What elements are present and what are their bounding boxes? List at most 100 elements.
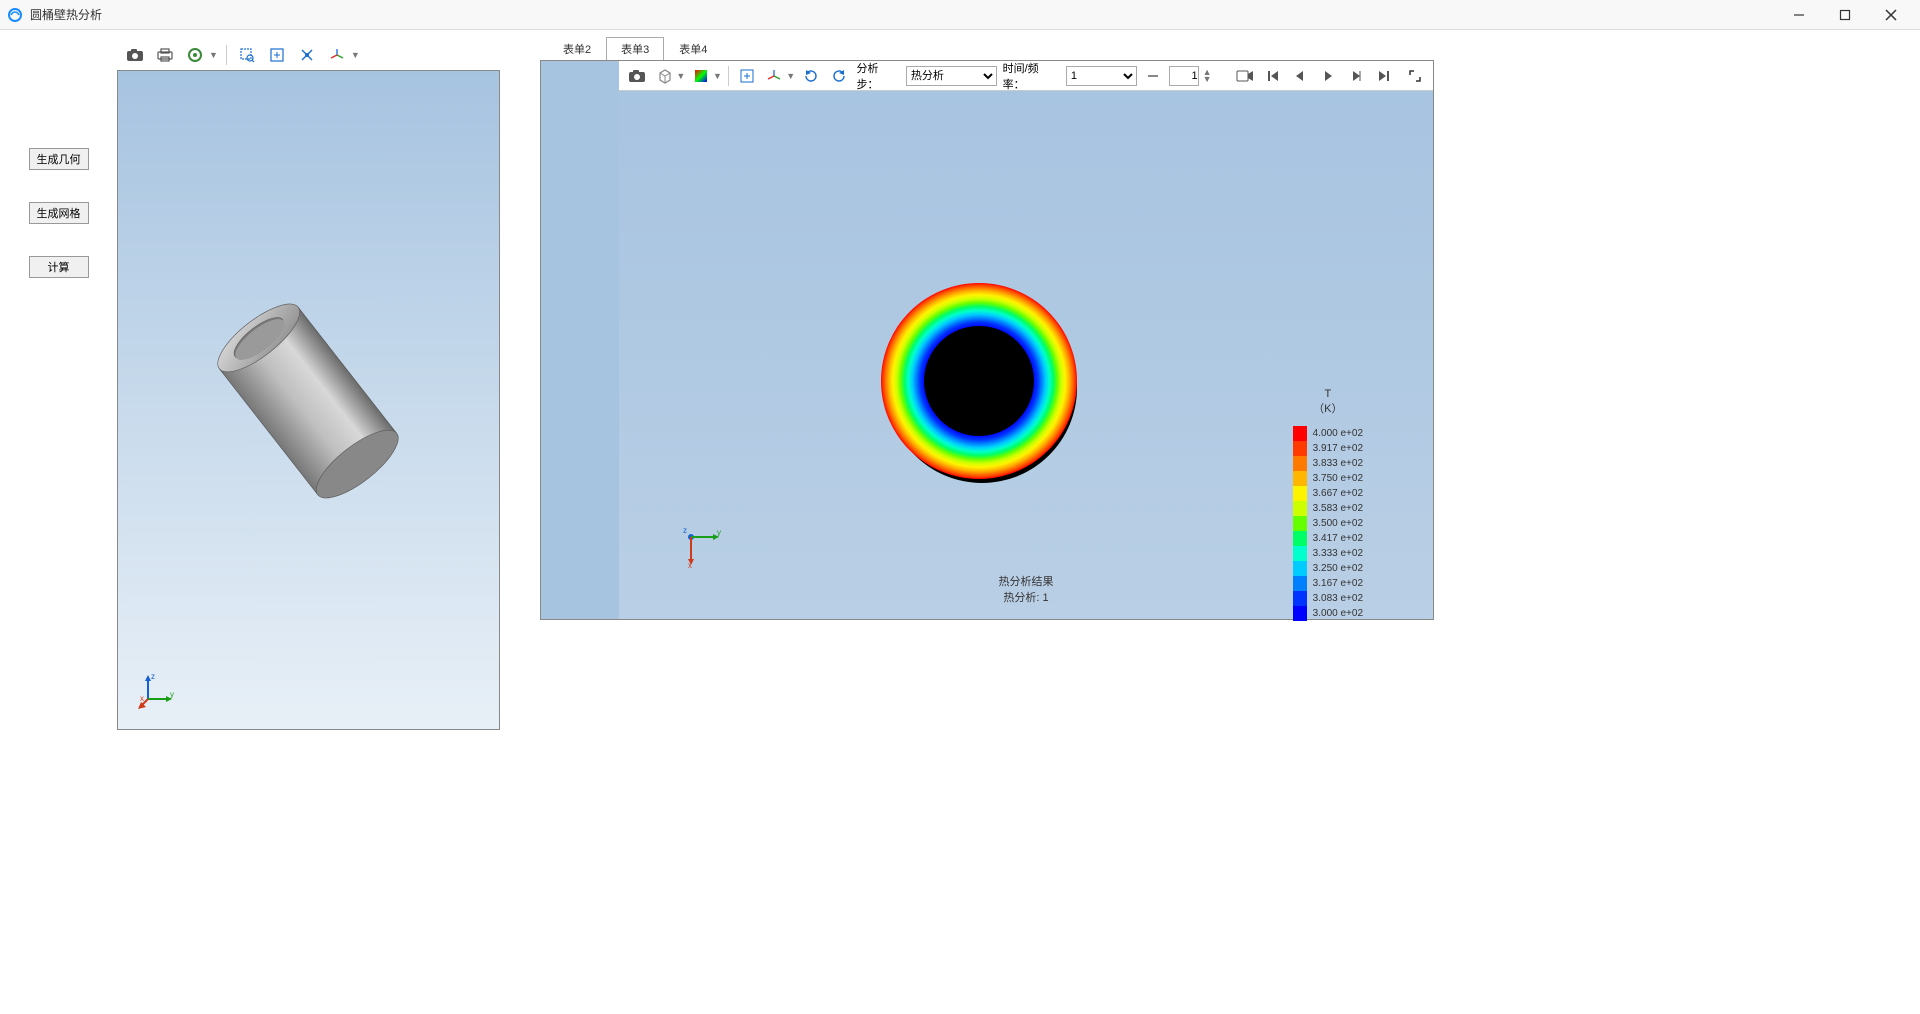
print-icon[interactable] (153, 43, 177, 67)
legend-row: 3.167 e+02 (1293, 576, 1363, 591)
tab-bar: 表单2 表单3 表单4 (548, 36, 722, 60)
rotate-ccw-icon[interactable] (827, 64, 851, 88)
step-label: 分析步： (856, 60, 899, 92)
legend-row: 3.083 e+02 (1293, 591, 1363, 606)
toolbar-separator (728, 66, 729, 86)
legend-value: 3.500 e+02 (1313, 518, 1363, 529)
result-contour (879, 281, 1079, 481)
close-button[interactable] (1868, 0, 1914, 30)
dropdown-caret-icon[interactable]: ▼ (209, 50, 218, 60)
legend-value: 3.750 e+02 (1313, 473, 1363, 484)
legend-swatch (1293, 426, 1307, 441)
tab-form4[interactable]: 表单4 (664, 37, 722, 60)
legend-value: 3.833 e+02 (1313, 458, 1363, 469)
link-icon[interactable] (1141, 64, 1165, 88)
toolbar-separator (226, 45, 227, 65)
legend-value: 3.000 e+02 (1313, 608, 1363, 619)
geometry-model (208, 281, 408, 521)
time-select[interactable]: 1 (1066, 66, 1137, 86)
title-bar: 圆桶壁热分析 (0, 0, 1920, 30)
legend-variable: T (1293, 387, 1363, 402)
svg-text:y: y (170, 690, 174, 699)
expand-icon[interactable] (1403, 64, 1427, 88)
result-caption-line1: 热分析结果 (999, 573, 1054, 589)
axis-icon[interactable] (763, 64, 787, 88)
generate-geometry-button[interactable]: 生成几何 (29, 148, 89, 170)
rotate-cw-icon[interactable] (799, 64, 823, 88)
frame-input[interactable] (1169, 66, 1199, 86)
legend-value: 3.667 e+02 (1313, 488, 1363, 499)
result-toolbar: ▼ ▼ ▼ (619, 61, 1433, 91)
geometry-viewport[interactable]: z y x (117, 70, 500, 730)
fit-view-icon[interactable] (265, 43, 289, 67)
geometry-panel: ▼ ▼ (117, 40, 500, 1014)
legend-swatch (1293, 531, 1307, 546)
svg-text:z: z (151, 672, 155, 681)
app-icon (6, 6, 24, 24)
maximize-button[interactable] (1822, 0, 1868, 30)
legend-swatch (1293, 516, 1307, 531)
minimize-button[interactable] (1776, 0, 1822, 30)
axis-icon[interactable] (325, 43, 349, 67)
skip-end-icon[interactable] (1372, 64, 1396, 88)
snapshot-icon[interactable] (123, 43, 147, 67)
orientation-triad-icon: z y x (138, 669, 178, 709)
step-forward-icon[interactable] (1344, 64, 1368, 88)
legend-value: 3.333 e+02 (1313, 548, 1363, 559)
legend-swatch (1293, 441, 1307, 456)
colormap-icon[interactable] (689, 64, 713, 88)
legend-swatch (1293, 501, 1307, 516)
legend-value: 4.000 e+02 (1313, 428, 1363, 439)
zoom-window-icon[interactable] (235, 43, 259, 67)
legend-row: 3.833 e+02 (1293, 456, 1363, 471)
snapshot-icon[interactable] (625, 64, 649, 88)
svg-text:z: z (683, 526, 687, 535)
svg-text:x: x (688, 561, 692, 569)
legend-swatch (1293, 546, 1307, 561)
dropdown-caret-icon[interactable]: ▼ (713, 71, 722, 81)
legend-swatch (1293, 471, 1307, 486)
legend-row: 4.000 e+02 (1293, 426, 1363, 441)
result-caption: 热分析结果 热分析: 1 (999, 573, 1054, 605)
legend-row: 3.917 e+02 (1293, 441, 1363, 456)
cube-view-icon[interactable] (653, 64, 677, 88)
skip-start-icon[interactable] (1261, 64, 1285, 88)
results-area: 表单2 表单3 表单4 ▼ ▼ (540, 30, 1920, 1014)
window-title: 圆桶壁热分析 (30, 6, 1776, 23)
step-back-icon[interactable] (1289, 64, 1313, 88)
rotate-icon[interactable] (295, 43, 319, 67)
spinner-icon[interactable]: ▲▼ (1203, 69, 1212, 83)
legend-swatch (1293, 486, 1307, 501)
legend-row: 3.667 e+02 (1293, 486, 1363, 501)
legend-unit: （K） (1293, 402, 1363, 417)
generate-mesh-button[interactable]: 生成网格 (29, 202, 89, 224)
fit-view-icon[interactable] (735, 64, 759, 88)
dropdown-caret-icon[interactable]: ▼ (676, 71, 685, 81)
geometry-toolbar: ▼ ▼ (117, 40, 500, 70)
legend-swatch (1293, 561, 1307, 576)
legend-row: 3.417 e+02 (1293, 531, 1363, 546)
record-icon[interactable] (1233, 64, 1257, 88)
orientation-triad-icon: y x z (679, 525, 723, 569)
render-style-icon[interactable] (183, 43, 207, 67)
tab-form2[interactable]: 表单2 (548, 37, 606, 60)
legend-value: 3.917 e+02 (1313, 443, 1363, 454)
tab-form3[interactable]: 表单3 (606, 37, 664, 60)
play-icon[interactable] (1316, 64, 1340, 88)
legend-swatch (1293, 576, 1307, 591)
dropdown-caret-icon[interactable]: ▼ (351, 50, 360, 60)
legend-row: 3.250 e+02 (1293, 561, 1363, 576)
result-caption-line2: 热分析: 1 (999, 589, 1054, 605)
dropdown-caret-icon[interactable]: ▼ (786, 71, 795, 81)
legend-swatch (1293, 606, 1307, 621)
legend-row: 3.750 e+02 (1293, 471, 1363, 486)
legend-items: 4.000 e+02 3.917 e+02 3.833 e+02 3.750 e+02… (1293, 426, 1363, 621)
sidebar: 生成几何 生成网格 计算 (0, 30, 117, 1014)
legend-row: 3.000 e+02 (1293, 606, 1363, 621)
legend-swatch (1293, 591, 1307, 606)
legend-value: 3.083 e+02 (1313, 593, 1363, 604)
compute-button[interactable]: 计算 (29, 256, 89, 278)
colorbar-legend: T （K） 4.000 e+02 3.917 e+02 3.833 e+02 3.75… (1293, 387, 1363, 621)
step-select[interactable]: 热分析 (906, 66, 997, 86)
legend-value: 3.250 e+02 (1313, 563, 1363, 574)
